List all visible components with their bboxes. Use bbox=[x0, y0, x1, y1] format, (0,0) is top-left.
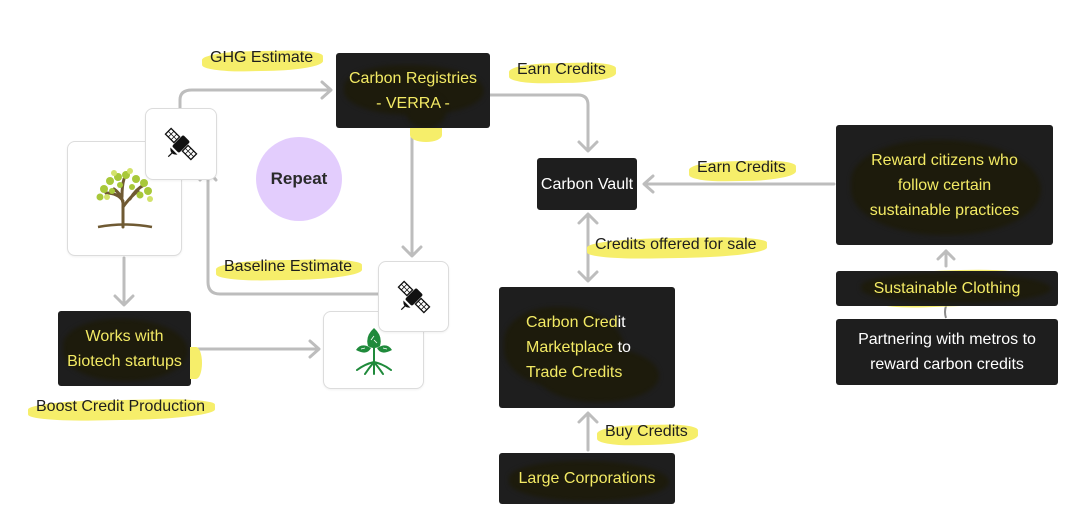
marketplace-line2a: Marketplace bbox=[526, 339, 614, 356]
label-credits-offered: Credits offered for sale bbox=[586, 235, 767, 260]
marketplace-line3: Trade Credits bbox=[526, 364, 623, 381]
reward-line3: sustainable practices bbox=[869, 201, 1020, 219]
node-partnering-metros[interactable]: Partnering with metros to reward carbon … bbox=[836, 319, 1058, 385]
marketplace-line2b: to bbox=[613, 339, 631, 356]
node-carbon-vault[interactable]: Carbon Vault bbox=[537, 158, 637, 210]
satellite-icon bbox=[397, 280, 430, 313]
node-biotech[interactable]: Works with Biotech startups bbox=[58, 311, 191, 386]
label-ghg-estimate: GHG Estimate bbox=[201, 48, 324, 73]
label-earn-credits-top: Earn Credits bbox=[508, 60, 617, 84]
registries-line2: - VERRA - bbox=[376, 94, 450, 112]
biotech-line1: Works with bbox=[85, 327, 164, 345]
label-boost-credit-production: Boost Credit Production bbox=[27, 397, 216, 422]
satellite-card-bottom[interactable] bbox=[378, 261, 449, 332]
node-sustainable-clothing[interactable]: Sustainable Clothing bbox=[836, 271, 1058, 306]
reward-line1: Reward citizens who bbox=[871, 151, 1018, 169]
biotech-highlight-tail bbox=[190, 347, 202, 379]
label-earn-credits-right: Earn Credits bbox=[688, 158, 797, 182]
label-buy-credits: Buy Credits bbox=[596, 422, 698, 446]
satellite-card-top[interactable] bbox=[145, 108, 217, 180]
repeat-badge: Repeat bbox=[256, 137, 342, 221]
vault-label: Carbon Vault bbox=[540, 175, 634, 193]
edge-earn-credits-top bbox=[488, 93, 590, 152]
clothing-label: Sustainable Clothing bbox=[873, 280, 1021, 297]
node-large-corporations[interactable]: Large Corporations bbox=[499, 453, 675, 504]
label-baseline-estimate: Baseline Estimate bbox=[215, 257, 363, 282]
metros-line1: Partnering with metros to bbox=[858, 331, 1036, 348]
registries-highlight-tail bbox=[410, 128, 442, 142]
repeat-label: Repeat bbox=[270, 169, 328, 188]
reward-line2: follow certain bbox=[897, 176, 992, 194]
node-carbon-registries[interactable]: Carbon Registries - VERRA - bbox=[336, 53, 490, 128]
registries-line1: Carbon Registries bbox=[348, 69, 478, 87]
node-marketplace[interactable]: Carbon Credit Marketplace to Trade Credi… bbox=[499, 287, 675, 408]
biotech-line2: Biotech startups bbox=[67, 352, 182, 370]
edge-ghg-estimate bbox=[178, 88, 332, 110]
metros-line2: reward carbon credits bbox=[870, 356, 1024, 373]
marketplace-line1b: it bbox=[617, 314, 626, 331]
satellite-icon bbox=[164, 127, 198, 161]
corporations-label: Large Corporations bbox=[518, 470, 656, 487]
marketplace-line1a: Carbon Cred bbox=[526, 314, 618, 331]
node-reward-citizens[interactable]: Reward citizens who follow certain susta… bbox=[836, 125, 1053, 245]
